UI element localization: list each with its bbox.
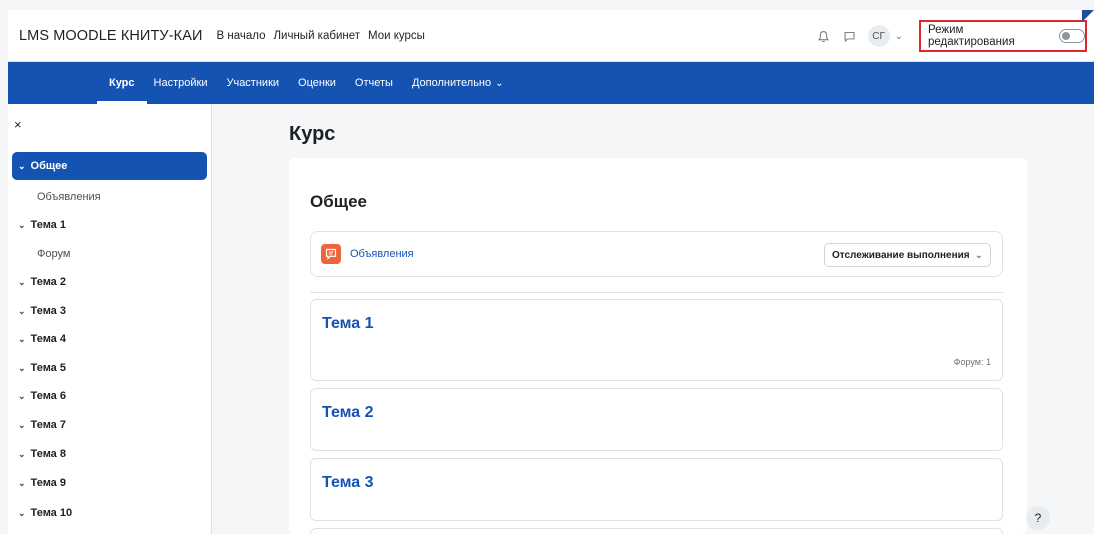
chevron-down-icon[interactable]: ⌄ — [18, 277, 26, 288]
sidebar-item-topic-8[interactable]: ⌄ Тема 8 — [18, 448, 66, 460]
close-icon[interactable]: × — [14, 117, 22, 132]
chevron-down-icon[interactable]: ⌄ — [18, 161, 26, 172]
completion-tracking-label: Отслеживание выполнения — [831, 249, 970, 261]
completion-tracking-button[interactable]: Отслеживание выполнения ⌄ — [823, 243, 991, 267]
sidebar-item-label: Тема 3 — [30, 305, 66, 317]
sidebar-item-topic-3[interactable]: ⌄ Тема 3 — [18, 305, 66, 317]
activity-link[interactable]: Объявления — [350, 248, 414, 260]
sidebar-item-label: Тема 9 — [30, 477, 66, 489]
chevron-down-icon[interactable]: ⌄ — [18, 508, 26, 519]
sidebar-item-announcements[interactable]: Объявления — [37, 191, 101, 203]
activity-row: Объявления Отслеживание выполнения ⌄ — [310, 231, 1003, 277]
tab-settings[interactable]: Настройки — [154, 62, 208, 104]
main-content: Курс Общее Объявления Отслеживание выпол… — [212, 104, 1094, 534]
topic-card-4 — [310, 528, 1003, 534]
sidebar-item-label: Тема 8 — [30, 448, 66, 460]
edit-mode-highlight: Режим редактирования — [919, 20, 1087, 52]
messages-icon[interactable] — [840, 26, 860, 46]
sidebar-item-topic-7[interactable]: ⌄ Тема 7 — [18, 419, 66, 431]
sidebar-item-topic-9[interactable]: ⌄ Тема 9 — [18, 477, 66, 489]
edit-mode-label: Режим редактирования — [928, 24, 1015, 48]
chevron-down-icon[interactable]: ⌄ — [18, 420, 26, 431]
topic-card-1: Тема 1 Форум: 1 — [310, 299, 1003, 381]
topic-title[interactable]: Тема 1 — [322, 315, 374, 333]
chevron-down-icon: ⌄ — [495, 77, 504, 89]
sidebar-item-label: Тема 4 — [30, 333, 66, 345]
course-content-card: Общее Объявления Отслеживание выполнения… — [289, 158, 1027, 534]
chevron-down-icon[interactable]: ⌄ — [18, 334, 26, 345]
sidebar-item-label: Тема 2 — [30, 276, 66, 288]
sidebar-item-general[interactable]: ⌄ Общее — [12, 152, 207, 180]
sidebar-item-topic-1[interactable]: ⌄ Тема 1 — [18, 219, 66, 231]
section-divider — [310, 292, 1003, 293]
toggle-knob — [1062, 32, 1071, 40]
tab-reports[interactable]: Отчеты — [355, 62, 393, 104]
chevron-down-icon[interactable]: ⌄ — [18, 478, 26, 489]
topic-activity-count: Форум: 1 — [953, 357, 991, 367]
chevron-down-icon[interactable]: ⌄ — [18, 363, 26, 374]
chevron-down-icon[interactable]: ⌄ — [18, 306, 26, 317]
chevron-down-icon[interactable]: ⌄ — [18, 220, 26, 231]
top-right-controls: СГ ⌄ Режим редактирования — [814, 10, 1094, 62]
sidebar-item-topic-10[interactable]: ⌄ Тема 10 — [18, 507, 72, 519]
topic-card-2: Тема 2 — [310, 388, 1003, 451]
tab-more[interactable]: Дополнительно ⌄ — [412, 62, 504, 104]
tab-participants[interactable]: Участники — [226, 62, 279, 104]
chevron-down-icon[interactable]: ⌄ — [895, 31, 903, 42]
sidebar-item-topic-5[interactable]: ⌄ Тема 5 — [18, 362, 66, 374]
user-avatar[interactable]: СГ — [867, 25, 890, 47]
nav-link-dashboard[interactable]: Личный кабинет — [273, 30, 360, 42]
tab-more-label: Дополнительно — [411, 77, 492, 89]
sidebar-item-label: Тема 5 — [30, 362, 66, 374]
sidebar-item-label: Форум — [37, 248, 71, 260]
course-index-sidebar: × ⌄ Общее Объявления ⌄ Тема 1 Форум ⌄ Те… — [8, 104, 212, 534]
sidebar-item-label: Общее — [30, 160, 68, 172]
sidebar-item-label: Тема 6 — [30, 390, 66, 402]
top-navbar: LMS MOODLE КНИТУ-КАИ В начало Личный каб… — [8, 10, 1094, 62]
section-title: Общее — [310, 192, 367, 211]
edit-mode-toggle[interactable] — [1059, 29, 1085, 43]
sidebar-item-forum[interactable]: Форум — [37, 248, 70, 260]
sidebar-item-label: Объявления — [37, 191, 101, 203]
course-secondary-nav: Курс Настройки Участники Оценки Отчеты Д… — [8, 62, 1094, 104]
chevron-down-icon[interactable]: ⌄ — [18, 449, 26, 460]
top-links: В начало Личный кабинет Мои курсы — [217, 30, 433, 42]
bell-icon[interactable] — [814, 26, 834, 46]
arrow-pointer-icon — [1082, 10, 1094, 22]
sidebar-item-label: Тема 1 — [30, 219, 66, 231]
nav-link-home[interactable]: В начало — [217, 30, 266, 42]
sidebar-item-topic-2[interactable]: ⌄ Тема 2 — [18, 276, 66, 288]
sidebar-item-topic-4[interactable]: ⌄ Тема 4 — [18, 333, 66, 345]
topic-title[interactable]: Тема 3 — [322, 474, 374, 492]
sidebar-item-topic-6[interactable]: ⌄ Тема 6 — [18, 390, 66, 402]
forum-icon[interactable] — [321, 244, 341, 264]
topic-title[interactable]: Тема 2 — [322, 404, 374, 422]
topic-card-3: Тема 3 — [310, 458, 1003, 521]
site-brand[interactable]: LMS MOODLE КНИТУ-КАИ — [19, 28, 203, 44]
sidebar-item-label: Тема 10 — [30, 507, 73, 519]
chevron-down-icon: ⌄ — [974, 249, 983, 261]
tab-grades[interactable]: Оценки — [298, 62, 336, 104]
tab-course[interactable]: Курс — [97, 62, 146, 104]
nav-link-my-courses[interactable]: Мои курсы — [368, 30, 425, 42]
chevron-down-icon[interactable]: ⌄ — [18, 391, 26, 402]
page-title: Курс — [289, 123, 336, 145]
help-button[interactable]: ? — [1026, 506, 1050, 530]
sidebar-item-label: Тема 7 — [30, 419, 66, 431]
